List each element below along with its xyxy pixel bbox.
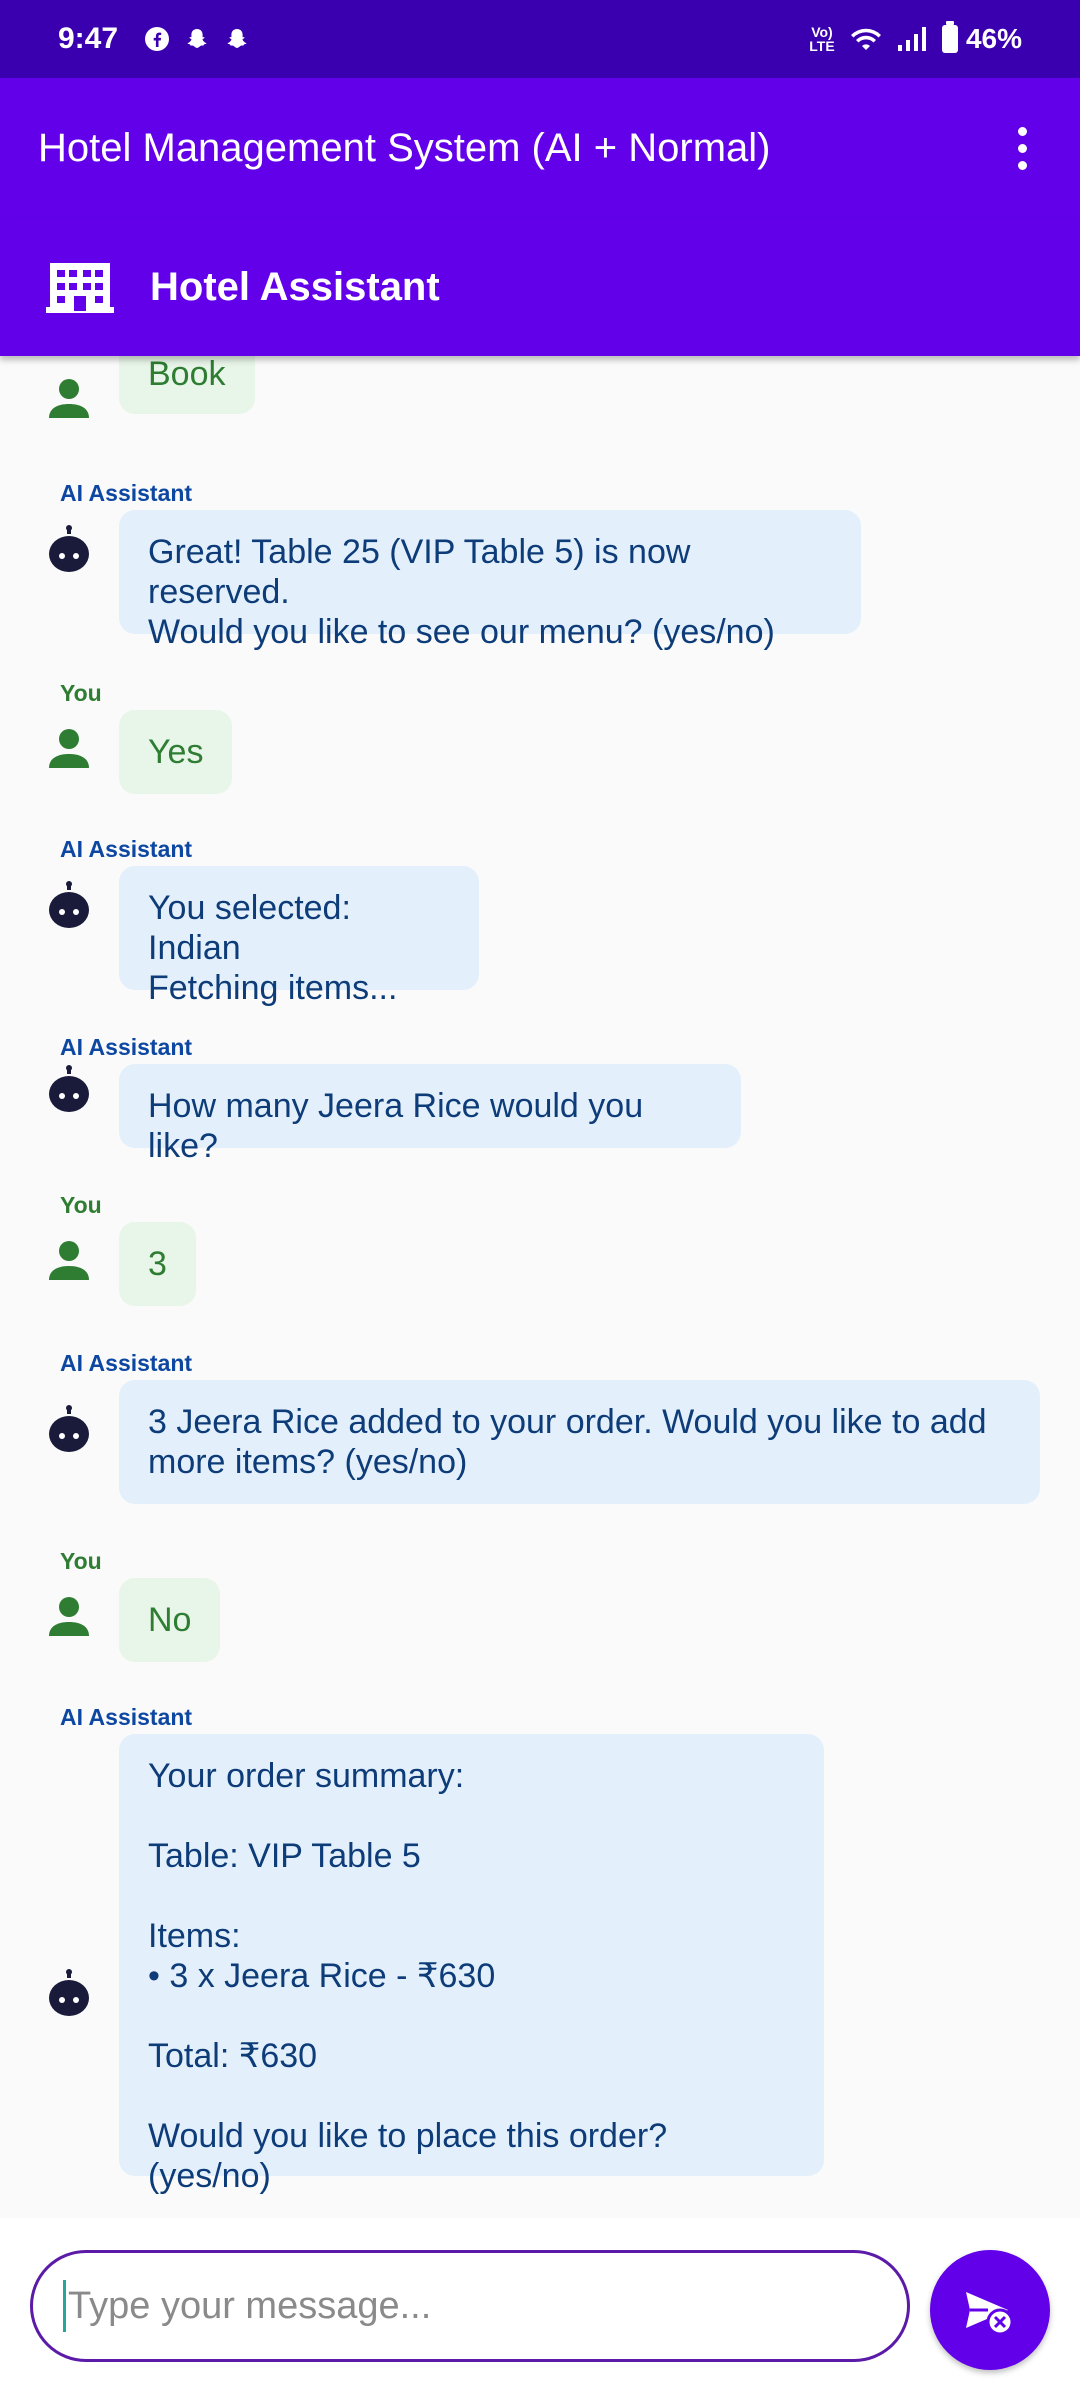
sender-label: You bbox=[60, 680, 102, 706]
battery-icon bbox=[941, 21, 958, 53]
send-icon bbox=[966, 2292, 1014, 2336]
snapchat-icon bbox=[227, 29, 247, 48]
message-bubble: Book bbox=[119, 356, 255, 414]
message-input[interactable] bbox=[68, 2284, 868, 2328]
app-title: Hotel Management System (AI + Normal) bbox=[38, 125, 771, 170]
message-bubble: How many Jeera Rice would you like? bbox=[119, 1064, 741, 1165]
message-bubble: You selected: Indian Fetching items... bbox=[119, 866, 479, 1007]
message-bubble: 3 bbox=[119, 1222, 196, 1306]
message-input-container[interactable] bbox=[30, 2250, 910, 2362]
person-icon bbox=[49, 729, 89, 768]
message-bubble: No bbox=[119, 1578, 220, 1662]
text-cursor bbox=[63, 2280, 66, 2332]
wifi-icon bbox=[850, 28, 881, 50]
status-indicators: Vo) LTE 46% bbox=[808, 21, 1022, 55]
hotel-icon bbox=[46, 263, 114, 313]
chat-title: Hotel Assistant bbox=[150, 264, 440, 309]
person-icon bbox=[49, 1241, 89, 1280]
person-icon bbox=[49, 379, 89, 418]
message-bubble: Yes bbox=[119, 710, 232, 794]
send-button[interactable] bbox=[930, 2250, 1050, 2370]
robot-icon bbox=[49, 1405, 89, 1452]
signal-icon bbox=[897, 27, 926, 51]
robot-icon bbox=[49, 525, 89, 572]
battery: 46% bbox=[941, 21, 1022, 55]
app-bar: Hotel Management System (AI + Normal) bbox=[0, 78, 1080, 218]
person-icon bbox=[49, 1597, 89, 1636]
status-app-icons bbox=[144, 26, 250, 52]
robot-icon bbox=[49, 1969, 89, 2016]
chat-header: Hotel Assistant bbox=[0, 218, 1080, 356]
snapchat-icon bbox=[187, 29, 207, 48]
robot-icon bbox=[49, 1065, 89, 1112]
sender-label: You bbox=[60, 1192, 102, 1218]
chat-list[interactable]: Book AI Assistant Great! Table 25 (VIP T… bbox=[0, 356, 1080, 2218]
sender-label: AI Assistant bbox=[60, 1704, 193, 1730]
battery-percent: 46% bbox=[965, 23, 1022, 54]
sender-label: AI Assistant bbox=[60, 1034, 193, 1060]
more-vert-icon[interactable] bbox=[1002, 118, 1042, 178]
sender-label: AI Assistant bbox=[60, 1350, 193, 1376]
facebook-icon bbox=[145, 27, 170, 51]
sender-label: AI Assistant bbox=[60, 836, 193, 862]
sender-label: You bbox=[60, 1548, 102, 1574]
composer bbox=[0, 2218, 1080, 2400]
message-bubble: Great! Table 25 (VIP Table 5) is now res… bbox=[119, 510, 861, 651]
message-bubble: 3 Jeera Rice added to your order. Would … bbox=[119, 1380, 1040, 1504]
robot-icon bbox=[49, 881, 89, 928]
status-time: 9:47 bbox=[58, 22, 119, 55]
status-bar: 9:47 Vo) LTE 46% bbox=[0, 0, 1080, 78]
message-bubble: Your order summary: Table: VIP Table 5 I… bbox=[119, 1734, 824, 2195]
network-label: Vo) LTE bbox=[809, 24, 835, 54]
sender-label: AI Assistant bbox=[60, 480, 193, 506]
